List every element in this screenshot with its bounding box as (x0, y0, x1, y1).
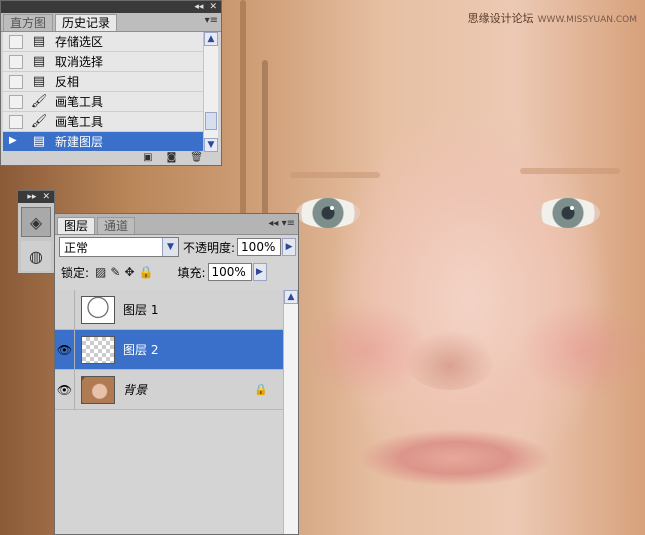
history-state-marker-icon[interactable]: ▶ (9, 135, 23, 149)
opacity-input[interactable]: 100% (237, 238, 282, 256)
fill-slider-icon[interactable]: ▶ (252, 263, 267, 281)
tab-layers[interactable]: 图层 (57, 217, 96, 234)
panel-menu-icon[interactable]: ◂◂ ▾≡ (268, 218, 295, 229)
layers-tabs: 图层 通道 ◂◂ ▾≡ (55, 214, 298, 235)
layer-name: 图层 2 (123, 343, 159, 357)
history-item-label: 存储选区 (55, 35, 104, 49)
history-titlebar: ◂◂ ✕ (1, 1, 221, 13)
snapshot-source-checkbox[interactable] (9, 74, 23, 89)
visibility-toggle[interactable] (55, 289, 75, 330)
doc-icon: ▤ (32, 34, 46, 49)
cheek (300, 300, 430, 400)
scroll-down-icon[interactable]: ▼ (204, 138, 218, 152)
scroll-up-icon[interactable]: ▲ (204, 32, 218, 46)
watermark-text: 思缘设计论坛 (467, 12, 534, 25)
tab-histogram[interactable]: 直方图 (3, 14, 54, 31)
trash-icon[interactable]: 🗑 (190, 152, 203, 165)
history-panel: ◂◂ ✕ 直方图 历史记录 ▾≡ ▤ 存储选区 ▤ 取消选择 ▤ 反相 🖌 画笔… (0, 0, 222, 166)
new-document-icon[interactable]: ▣ (143, 152, 152, 165)
blend-row: 正常 ▼ 不透明度: 100% ▶ (55, 236, 298, 258)
snapshot-source-checkbox[interactable] (9, 34, 23, 49)
history-scrollbar[interactable]: ▲ ▼ (203, 32, 218, 152)
lock-icon: 🔒 (254, 383, 268, 396)
lock-image-icon[interactable]: ✎ (110, 265, 120, 279)
left-eye (296, 198, 360, 228)
lock-all-icon[interactable]: 🔒 (139, 265, 154, 279)
tab-channels[interactable]: 通道 (97, 217, 136, 234)
history-item[interactable]: 🖌 画笔工具 (3, 112, 203, 132)
brush-icon: 🖌 (30, 94, 48, 109)
history-item-label: 反相 (55, 75, 80, 89)
eye-icon[interactable]: 👁 (55, 369, 75, 410)
lips (360, 430, 550, 486)
history-footer: ▣ ◙ 🗑 (1, 152, 221, 165)
doc-icon: ▤ (32, 134, 46, 149)
history-item[interactable]: ▤ 取消选择 (3, 52, 203, 72)
layer-row-selected[interactable]: 👁 图层 2 (55, 329, 284, 370)
history-item[interactable]: ▤ 存储选区 (3, 32, 203, 52)
lock-position-icon[interactable]: ✥ (124, 265, 134, 279)
history-item-selected[interactable]: ▶ ▤ 新建图层 (3, 132, 203, 152)
brush-icon: 🖌 (30, 114, 48, 129)
doc-icon: ▤ (32, 54, 46, 69)
history-item-label: 新建图层 (55, 135, 104, 149)
dock-titlebar: ▸▸ ✕ (18, 191, 54, 203)
scroll-up-icon[interactable]: ▲ (284, 290, 298, 304)
watermark-url: WWW.MISSYUAN.COM (537, 15, 637, 25)
layer-thumbnail (81, 295, 115, 324)
layers-scrollbar[interactable]: ▲ (283, 290, 298, 534)
doc-icon: ▤ (32, 74, 46, 89)
close-icon[interactable]: ✕ (209, 1, 217, 13)
layers-panel: 图层 通道 ◂◂ ▾≡ 正常 ▼ 不透明度: 100% ▶ 锁定: ▨ ✎ ✥ … (54, 213, 299, 535)
lock-transparency-icon[interactable]: ▨ (95, 265, 106, 279)
watermark: 思缘设计论坛 WWW.MISSYUAN.COM (468, 10, 637, 26)
snapshot-icon[interactable]: ◙ (167, 152, 177, 165)
layer-row[interactable]: 图层 1 (55, 289, 284, 330)
opacity-label: 不透明度: (183, 240, 236, 255)
channels-dock-icon[interactable]: ◍ (21, 241, 51, 271)
close-icon[interactable]: ✕ (42, 191, 50, 203)
scroll-thumb[interactable] (205, 112, 217, 130)
history-item[interactable]: ▤ 反相 (3, 72, 203, 92)
history-item-label: 取消选择 (55, 55, 104, 69)
history-item[interactable]: 🖌 画笔工具 (3, 92, 203, 112)
lock-label: 锁定: (61, 265, 90, 280)
layer-thumbnail (81, 335, 115, 364)
snapshot-source-checkbox[interactable] (9, 94, 23, 109)
layer-row[interactable]: 👁 背景 🔒 (55, 369, 284, 410)
history-item-label: 画笔工具 (55, 115, 104, 129)
layer-name: 图层 1 (123, 303, 159, 317)
right-eye (536, 198, 600, 228)
history-item-label: 画笔工具 (55, 95, 104, 109)
blend-mode-value: 正常 (64, 240, 89, 255)
fill-input[interactable]: 100% (207, 263, 252, 281)
layer-thumbnail (81, 375, 115, 404)
collapsed-dock: ▸▸ ✕ ◈ ◍ (17, 190, 55, 274)
cheek (520, 300, 645, 400)
fill-label: 填充: (177, 265, 206, 280)
right-eyebrow (520, 168, 620, 174)
layer-name: 背景 (123, 383, 148, 397)
tab-history[interactable]: 历史记录 (55, 14, 118, 31)
collapse-icon[interactable]: ◂◂ (194, 1, 203, 13)
eye-icon[interactable]: 👁 (55, 329, 75, 370)
opacity-slider-icon[interactable]: ▶ (282, 238, 297, 256)
layers-list: 图层 1 👁 图层 2 👁 背景 🔒 (55, 289, 284, 534)
chevron-down-icon[interactable]: ▼ (162, 238, 178, 256)
history-tabs: 直方图 历史记录 ▾≡ (1, 13, 221, 32)
blend-mode-select[interactable]: 正常 ▼ (59, 237, 179, 257)
layers-dock-icon[interactable]: ◈ (21, 207, 51, 237)
snapshot-source-checkbox[interactable] (9, 114, 23, 129)
panel-menu-icon[interactable]: ▾≡ (205, 15, 218, 26)
left-eyebrow (290, 172, 380, 178)
lock-row: 锁定: ▨ ✎ ✥ 🔒 填充: 100% ▶ (55, 262, 298, 282)
history-list: ▤ 存储选区 ▤ 取消选择 ▤ 反相 🖌 画笔工具 🖌 画笔工具 ▶ ▤ 新建图… (3, 32, 203, 152)
snapshot-source-checkbox[interactable] (9, 54, 23, 69)
expand-icon[interactable]: ▸▸ (27, 191, 36, 203)
